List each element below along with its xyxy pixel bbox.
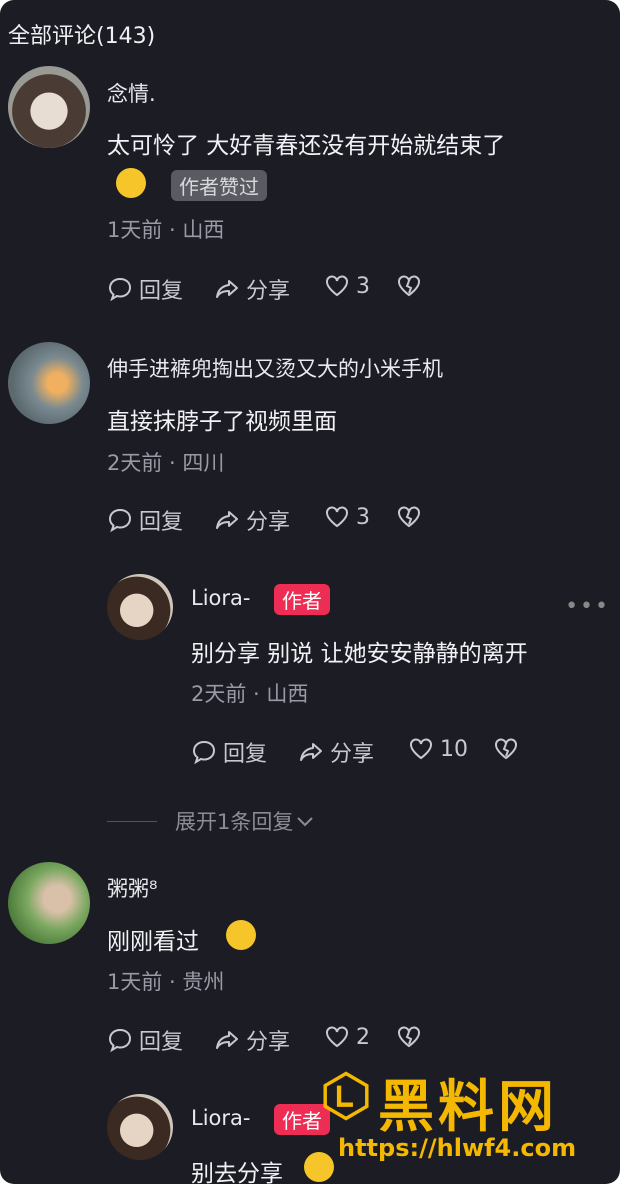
- share-label: 分享: [330, 742, 375, 767]
- reply-label: 回复: [139, 279, 184, 304]
- avatar[interactable]: [107, 1094, 173, 1160]
- dislike-button[interactable]: [493, 736, 519, 762]
- share-button[interactable]: 分享: [298, 736, 374, 768]
- reply-icon: [108, 1028, 132, 1053]
- share-label: 分享: [246, 510, 291, 535]
- comment-author[interactable]: 念情.: [107, 78, 156, 108]
- like-button[interactable]: 10: [408, 736, 468, 762]
- comment-text: 别去分享: [191, 1161, 283, 1184]
- share-label: 分享: [246, 279, 291, 304]
- heart-icon: [326, 506, 348, 528]
- divider: [107, 820, 157, 822]
- like-button[interactable]: 3: [324, 504, 370, 530]
- comment-text: 太可怜了 大好青春还没有开始就结束了: [107, 133, 506, 159]
- like-count: 3: [356, 504, 370, 530]
- reply-icon: [108, 277, 132, 302]
- chevron-down-icon: [297, 817, 314, 827]
- share-label: 分享: [246, 1030, 291, 1055]
- reply-button[interactable]: 回复: [107, 273, 183, 305]
- comment-author[interactable]: Liora-: [191, 1106, 250, 1130]
- heart-icon: [410, 738, 432, 760]
- share-button[interactable]: 分享: [214, 1024, 290, 1056]
- avatar[interactable]: [8, 66, 90, 148]
- share-button[interactable]: 分享: [214, 504, 290, 536]
- broken-heart-icon: [398, 506, 420, 528]
- watermark-brand: 黑料网: [378, 1075, 558, 1140]
- expand-replies-button[interactable]: 展开1条回复: [107, 806, 315, 836]
- comment-text: 刚刚看过: [107, 929, 199, 955]
- dislike-button[interactable]: [396, 504, 422, 530]
- broken-heart-icon: [398, 1026, 420, 1048]
- reply-label: 回复: [139, 510, 184, 535]
- comment-meta: 2天前 · 山西: [191, 682, 309, 706]
- brand-logo-icon: [323, 1071, 369, 1121]
- author-liked-badge: 作者赞过: [171, 170, 267, 201]
- share-button[interactable]: 分享: [214, 273, 290, 305]
- comment-meta: 1天前 · 山西: [107, 218, 225, 242]
- share-icon: [300, 743, 322, 761]
- like-button[interactable]: 2: [324, 1024, 370, 1050]
- crying-emoji-icon: [226, 920, 256, 950]
- expand-replies-label: 展开1条回复: [175, 810, 294, 834]
- reply-icon: [108, 508, 132, 533]
- reply-button[interactable]: 回复: [107, 1024, 183, 1056]
- author-badge: 作者: [274, 584, 330, 615]
- comments-panel: 全部评论(143) 念情. 太可怜了 大好青春还没有开始就结束了 作者赞过 1天…: [0, 0, 620, 1184]
- reply-icon: [192, 740, 216, 765]
- share-icon: [216, 280, 238, 298]
- broken-heart-icon: [398, 275, 420, 297]
- comments-header: 全部评论(143): [8, 24, 156, 49]
- reply-button[interactable]: 回复: [107, 504, 183, 536]
- broken-heart-icon: [495, 738, 517, 760]
- comment-author[interactable]: 伸手进裤兜掏出又烫又大的小米手机: [107, 353, 443, 383]
- crying-emoji-icon: [116, 168, 146, 198]
- reply-label: 回复: [223, 742, 268, 767]
- comment-text: 别分享 别说 让她安安静静的离开: [191, 641, 528, 667]
- avatar[interactable]: [8, 862, 90, 944]
- heart-icon: [326, 1026, 348, 1048]
- like-count: 3: [356, 273, 370, 299]
- dislike-button[interactable]: [396, 273, 422, 299]
- like-button[interactable]: 3: [324, 273, 370, 299]
- avatar[interactable]: [107, 574, 173, 640]
- watermark-url: https://hlwf4.com: [338, 1134, 577, 1162]
- reply-button[interactable]: 回复: [191, 736, 267, 768]
- reply-label: 回复: [139, 1030, 184, 1055]
- dislike-button[interactable]: [396, 1024, 422, 1050]
- comment-author[interactable]: Liora-: [191, 586, 250, 610]
- avatar[interactable]: [8, 342, 90, 424]
- share-icon: [216, 1031, 238, 1049]
- share-icon: [216, 511, 238, 529]
- watermark: 黑料网 https://hlwf4.com: [318, 1060, 618, 1184]
- comment-meta: 1天前 · 贵州: [107, 970, 225, 994]
- comment-text: 直接抹脖子了视频里面: [107, 409, 337, 435]
- comment-author[interactable]: 粥粥⁸: [107, 873, 157, 903]
- comment-meta: 2天前 · 四川: [107, 451, 225, 475]
- heart-icon: [326, 275, 348, 297]
- like-count: 2: [356, 1024, 370, 1050]
- more-options-icon[interactable]: •••: [565, 594, 610, 619]
- like-count: 10: [440, 736, 468, 762]
